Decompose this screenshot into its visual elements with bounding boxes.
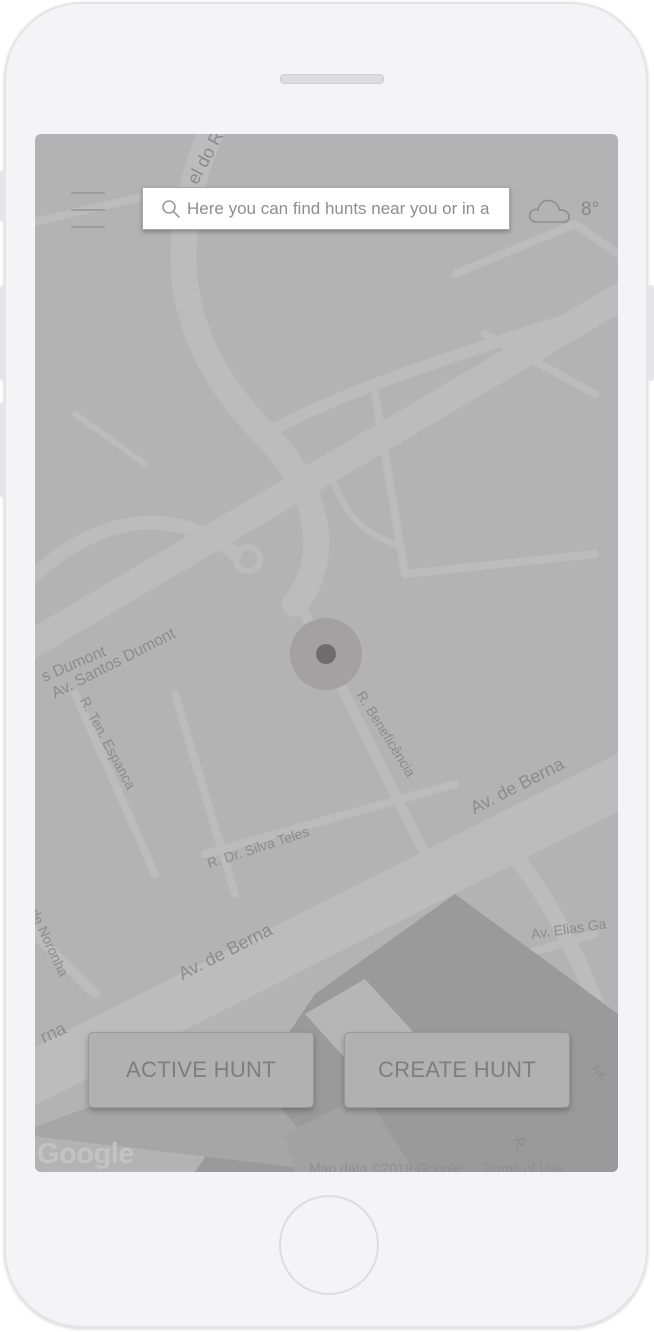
street-label: R. <box>511 1136 530 1153</box>
google-logo: Google <box>37 1138 134 1170</box>
menu-icon[interactable] <box>71 192 105 228</box>
weather-widget: 8° <box>527 194 599 226</box>
search-bar[interactable]: Here you can find hunts near you or in a <box>142 187 510 230</box>
cloud-icon <box>528 199 570 223</box>
volume-up-button <box>0 285 6 381</box>
volume-down-button <box>0 402 6 498</box>
map-data-text: Map data ©2019 Google <box>309 1160 462 1172</box>
create-hunt-button[interactable]: CREATE HUNT <box>344 1032 570 1108</box>
road-network <box>35 134 618 1106</box>
location-dot <box>316 644 336 664</box>
power-button <box>648 285 654 381</box>
terms-of-use-link[interactable]: Terms of Use <box>482 1160 564 1172</box>
search-input[interactable]: Here you can find hunts near you or in a <box>187 199 489 219</box>
map-attribution: Map data ©2019 Google Terms of Use <box>309 1160 564 1172</box>
active-hunt-button[interactable]: ACTIVE HUNT <box>88 1032 314 1108</box>
temperature-value: 8° <box>581 199 600 220</box>
current-location-marker[interactable] <box>290 618 362 690</box>
map-screen[interactable]: s Dumont Av. Santos Dumont R. Ten. Espan… <box>35 134 618 1172</box>
home-button[interactable] <box>279 1195 379 1295</box>
speaker-grille <box>280 74 384 84</box>
mute-switch <box>0 170 6 222</box>
search-icon <box>162 199 180 218</box>
